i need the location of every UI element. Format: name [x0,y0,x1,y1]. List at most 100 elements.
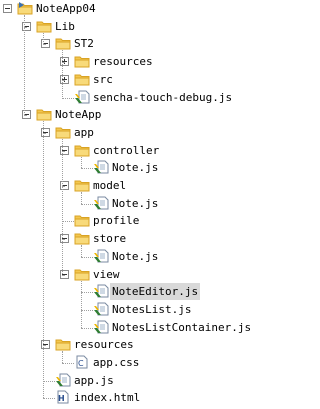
js-file-icon [93,320,109,334]
tree-row[interactable]: H index.html [0,389,237,406]
tree-connector [62,221,74,223]
tree-item-label[interactable]: view [91,266,122,283]
tree-connector [43,44,45,46]
tree-connector [81,309,93,311]
tree-connector [43,132,45,134]
tree-item-label[interactable]: Lib [53,18,77,35]
tree-connector [62,351,63,363]
tree-item-label[interactable]: ST2 [72,35,96,52]
js-file-icon [93,284,109,298]
tree-row[interactable]: NoteEditor.js [0,283,237,301]
tree-connector [81,256,93,258]
tree-connector [43,345,45,347]
tree-item-label[interactable]: profile [91,212,141,229]
folder-icon [74,267,90,281]
tree-connector [43,380,55,382]
tree-connector [81,192,82,204]
tree-row[interactable]: C app.css [0,354,237,371]
tree-row[interactable]: Note.js [0,248,237,265]
folder-icon [74,231,90,245]
js-file-icon [93,302,109,316]
tree-connector [62,186,64,187]
tree-item-label[interactable]: store [91,230,128,247]
tree-row[interactable]: Note.js [0,159,237,176]
tree-connector [62,239,64,241]
tree-row[interactable]: resources [0,53,237,70]
tree-item-label[interactable]: controller [91,142,161,159]
tree-connector [81,245,82,257]
tree-connector [43,32,44,45]
tree-connector [62,97,74,99]
tree-connector [43,398,55,400]
tree-item-label[interactable]: app.css [91,354,141,371]
folder-icon [55,36,71,50]
tree-row[interactable]: src [0,71,237,88]
tree-row[interactable]: NoteApp [0,106,237,123]
tree-row[interactable]: sencha-touch-debug.js [0,89,237,106]
tree-connector [43,121,44,399]
tree-item-label[interactable]: index.html [72,389,142,406]
js-file-icon [93,160,109,174]
tree-row[interactable]: controller [0,142,237,159]
tree-row[interactable]: NoteApp04 [0,0,237,17]
tree-item-label[interactable]: resources [91,53,155,70]
tree-row[interactable]: ST2 [0,35,237,52]
tree-connector [62,150,64,152]
tree-item-label[interactable]: Note.js [110,248,160,265]
tree-row[interactable]: profile [0,212,237,229]
tree-connector [24,15,25,116]
tree-item-label[interactable]: Note.js [110,159,160,176]
tree-connector [62,274,64,276]
folder-icon [74,54,90,68]
tree-row[interactable]: model [0,177,237,194]
tree-item-label[interactable]: NoteApp04 [34,0,98,17]
folder-icon [74,213,90,227]
tree-item-label[interactable]: NoteApp [53,106,103,123]
tree-item-label[interactable]: resources [72,336,136,353]
tree-item-label[interactable]: model [91,177,128,194]
tree-row[interactable]: resources [0,336,237,353]
folder-icon [36,19,52,33]
css-file-icon: C [74,355,90,369]
tree-row[interactable]: view [0,266,237,283]
tree-row[interactable]: Note.js [0,195,237,212]
folder-icon [55,125,71,139]
folder-icon [55,337,71,351]
tree-connector [81,156,82,169]
html-file-icon: H [55,390,71,404]
tree-connector [24,115,26,117]
tree-item-label[interactable]: app.js [72,372,116,389]
tree-item-label[interactable]: sencha-touch-debug.js [91,89,234,106]
tree-item-label[interactable]: app [72,124,96,141]
tree-connector [81,280,82,328]
collapse-toggle-icon[interactable] [3,4,12,13]
tree-item-label[interactable]: NotesListContainer.js [110,319,253,336]
js-file-icon [93,196,109,210]
svg-text:H: H [58,394,65,403]
tree-connector [62,50,63,98]
tree-connector [62,138,63,275]
folder-icon [36,107,52,121]
project-tree: NoteApp04 Lib ST2 resources src sencha-t… [0,0,251,404]
tree-connector [81,168,93,170]
js-file-icon [55,373,71,387]
tree-item-label[interactable]: src [91,71,115,88]
js-file-icon [93,249,109,263]
js-file-icon [74,90,90,104]
tree-row[interactable]: app.js [0,372,237,389]
tree-connector [24,26,26,28]
tree-connector [81,327,93,329]
tree-row[interactable]: Lib [0,18,237,35]
tree-connector [62,62,64,64]
tree-row[interactable]: app [0,124,237,141]
tree-item-label[interactable]: Note.js [110,195,160,212]
folder-icon [74,72,90,86]
tree-row[interactable]: NotesList.js [0,301,237,318]
project-icon [17,1,33,15]
tree-row[interactable]: store [0,230,237,247]
tree-connector [62,363,74,364]
tree-item-label[interactable]: NotesList.js [110,301,193,318]
tree-connector [81,203,93,205]
tree-row[interactable]: NotesListContainer.js [0,319,251,336]
tree-item-label[interactable]: NoteEditor.js [110,283,201,301]
